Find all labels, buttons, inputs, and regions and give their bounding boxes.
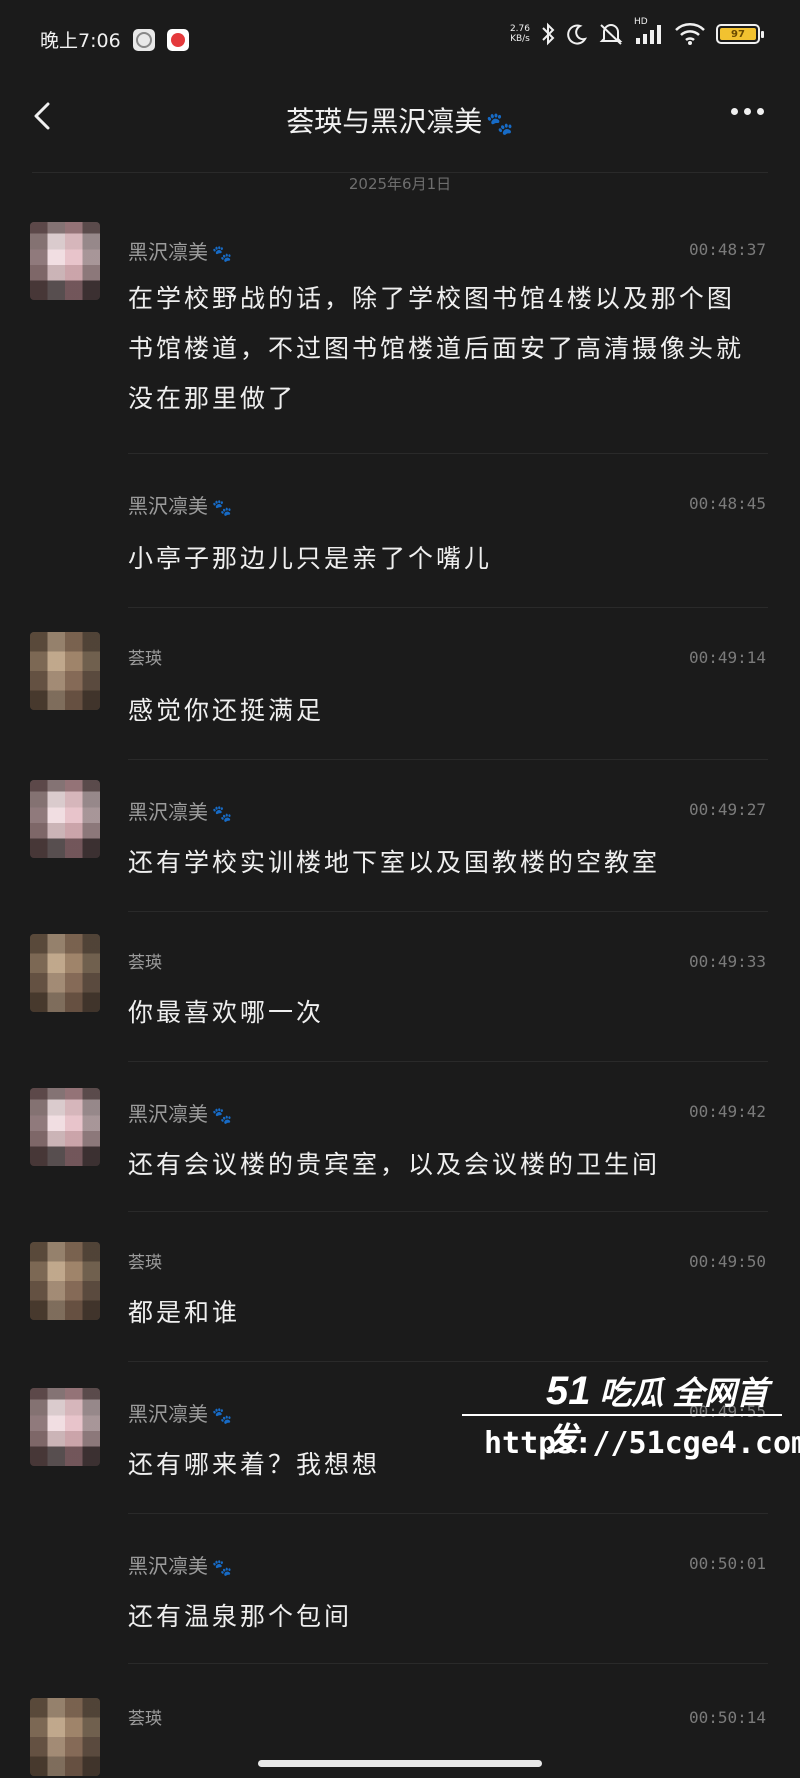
page-title: 荟瑛与黑沢凛美 🐾 xyxy=(0,100,800,140)
message-text[interactable]: 都是和谁 xyxy=(128,1288,760,1338)
message-item[interactable]: 黑沢凛美 🐾 00:49:42 还有会议楼的贵宾室，以及会议楼的卫生间 xyxy=(0,1062,800,1212)
app-icon xyxy=(132,28,155,51)
avatar[interactable] xyxy=(30,1698,100,1776)
message-time: 00:48:45 xyxy=(688,494,766,513)
sender-name: 黑沢凛美 🐾 xyxy=(128,1554,232,1578)
message-time: 00:50:01 xyxy=(688,1554,766,1573)
message-time: 00:49:42 xyxy=(688,1102,766,1121)
signal-label: HD xyxy=(634,17,648,27)
sender-name: 荟瑛 xyxy=(128,1253,162,1273)
paw-icon: 🐾 xyxy=(212,498,232,517)
paw-icon: 🐾 xyxy=(212,1106,232,1125)
paw-icon: 🐾 xyxy=(212,244,232,263)
message-time: 00:49:33 xyxy=(688,952,766,971)
sender-name: 荟瑛 xyxy=(128,953,162,973)
chat-title: 荟瑛与黑沢凛美 xyxy=(286,105,483,138)
sender-name: 荟瑛 xyxy=(128,649,162,669)
message-item[interactable]: 黑沢凛美 🐾 00:48:45 小亭子那边儿只是亲了个嘴儿 xyxy=(0,454,800,608)
watermark-url: https://51cge4.com xyxy=(484,1426,800,1461)
network-speed: 2.76 KB/s xyxy=(510,24,530,44)
message-time: 00:49:50 xyxy=(688,1252,766,1271)
bluetooth-icon xyxy=(542,22,555,46)
status-right: 2.76 KB/s HD 97 xyxy=(510,17,764,46)
moon-icon xyxy=(567,24,588,45)
record-icon xyxy=(166,28,189,51)
message-text[interactable]: 还有温泉那个包间 xyxy=(128,1592,760,1642)
chat-header: 荟瑛与黑沢凛美 🐾 xyxy=(0,76,800,160)
sender-name: 荟瑛 xyxy=(128,1709,162,1729)
status-left: 晚上7:06 xyxy=(40,26,189,53)
battery-icon: 97 xyxy=(716,24,764,44)
more-dots-icon[interactable] xyxy=(731,108,764,115)
message-time: 00:48:37 xyxy=(688,240,766,259)
signal-group: HD xyxy=(634,17,664,45)
date-label: 2025年6月1日 xyxy=(348,175,452,193)
date-separator: 2025年6月1日 xyxy=(32,172,768,197)
avatar[interactable] xyxy=(30,934,100,1012)
message-text[interactable]: 小亭子那边儿只是亲了个嘴儿 xyxy=(128,534,760,584)
message-item[interactable]: 黑沢凛美 🐾 00:50:01 还有温泉那个包间 xyxy=(0,1514,800,1664)
message-text[interactable]: 在学校野战的话，除了学校图书馆4楼以及那个图书馆楼道，不过图书馆楼道后面安了高清… xyxy=(128,274,760,424)
wifi-icon xyxy=(675,23,705,45)
message-time: 00:49:14 xyxy=(688,648,766,667)
message-item[interactable]: 黑沢凛美 🐾 00:49:27 还有学校实训楼地下室以及国教楼的空教室 xyxy=(0,760,800,912)
avatar[interactable] xyxy=(30,632,100,710)
watermark: 51 吃瓜 全网首发 https://51cge4.com xyxy=(462,1368,800,1468)
message-time: 00:50:14 xyxy=(688,1708,766,1727)
sender-name: 黑沢凛美 🐾 xyxy=(128,1402,232,1426)
home-indicator[interactable] xyxy=(258,1760,542,1767)
sender-name: 黑沢凛美 🐾 xyxy=(128,240,232,264)
sender-name: 黑沢凛美 🐾 xyxy=(128,800,232,824)
status-bar: 晚上7:06 2.76 KB/s HD 97 xyxy=(0,0,800,76)
message-text[interactable]: 感觉你还挺满足 xyxy=(128,686,760,736)
paw-icon: 🐾 xyxy=(486,112,514,137)
sender-name: 黑沢凛美 🐾 xyxy=(128,494,232,518)
message-item[interactable]: 荟瑛 00:49:50 都是和谁 xyxy=(0,1212,800,1362)
sender-name: 黑沢凛美 🐾 xyxy=(128,1102,232,1126)
message-time: 00:49:27 xyxy=(688,800,766,819)
avatar[interactable] xyxy=(30,1388,100,1466)
clock: 晚上7:06 xyxy=(40,30,121,52)
avatar[interactable] xyxy=(30,780,100,858)
paw-icon: 🐾 xyxy=(212,804,232,823)
message-text[interactable]: 你最喜欢哪一次 xyxy=(128,988,760,1038)
mute-icon xyxy=(599,24,623,45)
message-item[interactable]: 荟瑛 00:49:14 感觉你还挺满足 xyxy=(0,608,800,760)
message-text[interactable]: 还有会议楼的贵宾室，以及会议楼的卫生间 xyxy=(128,1140,760,1190)
watermark-line xyxy=(462,1414,782,1416)
avatar[interactable] xyxy=(30,1242,100,1320)
avatar[interactable] xyxy=(30,1088,100,1166)
message-item[interactable]: 黑沢凛美 🐾 00:48:37 在学校野战的话，除了学校图书馆4楼以及那个图书馆楼… xyxy=(0,206,800,454)
network-speed-value: 2.76 xyxy=(509,24,530,34)
paw-icon: 🐾 xyxy=(212,1558,232,1577)
network-speed-unit: KB/s xyxy=(510,34,530,44)
paw-icon: 🐾 xyxy=(212,1406,232,1425)
message-item[interactable]: 荟瑛 00:49:33 你最喜欢哪一次 xyxy=(0,912,800,1062)
message-text[interactable]: 还有学校实训楼地下室以及国教楼的空教室 xyxy=(128,838,760,888)
avatar[interactable] xyxy=(30,222,100,300)
battery-level: 97 xyxy=(731,28,745,40)
